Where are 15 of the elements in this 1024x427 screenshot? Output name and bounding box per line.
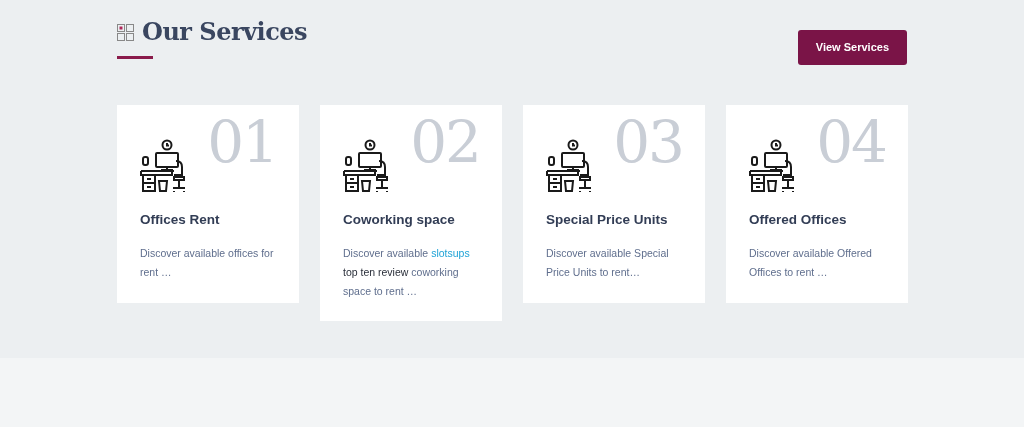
section-title: Our Services (142, 18, 308, 47)
card-description: Discover available offices for rent … (140, 245, 275, 280)
card-title: Offices Rent (140, 210, 221, 229)
desk-icon (749, 138, 795, 195)
card-title: Offered Offices (749, 210, 848, 229)
desk-icon (343, 138, 389, 195)
card-title: Special Price Units (546, 210, 669, 229)
view-services-button[interactable]: View Services (797, 30, 907, 65)
card-title: Coworking space (343, 210, 456, 229)
card-description: Discover available Offered Offices to rent … (749, 245, 873, 280)
card-description: Discover available slotsups top ten review coworking space to rent … (343, 245, 471, 299)
desk-icon (140, 138, 186, 195)
desk-icon (546, 138, 592, 195)
grid-icon (117, 23, 134, 41)
card-description: Discover available Special Price Units to rent… (546, 245, 670, 280)
